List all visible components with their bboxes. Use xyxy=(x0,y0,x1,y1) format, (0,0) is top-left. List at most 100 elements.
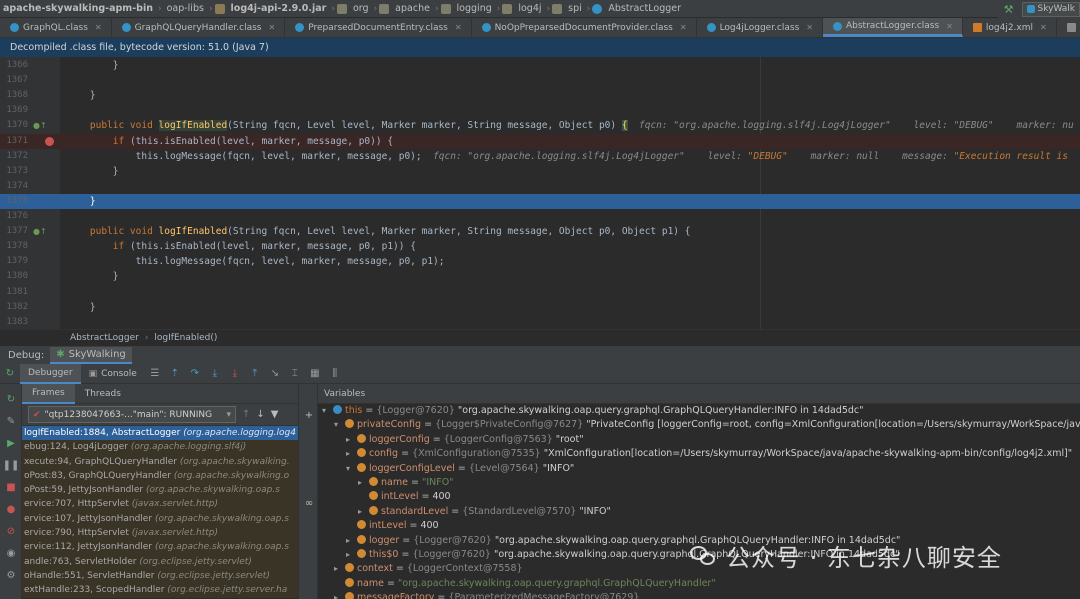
code-line[interactable]: 1370 ●↑ public void logIfEnabled(String f… xyxy=(0,118,1080,133)
glasses-icon[interactable]: ∞ xyxy=(302,496,316,510)
close-icon[interactable]: ✕ xyxy=(269,23,276,32)
editor-tab[interactable]: PreparsedDocumentEntry.class ✕ xyxy=(285,18,472,37)
pause-icon[interactable]: ❚❚ xyxy=(3,458,20,472)
nav-crumb[interactable]: oap-libs xyxy=(164,3,207,14)
variable-row[interactable]: intLevel = 400 xyxy=(318,519,1080,533)
stack-frame[interactable]: ervice:107, JettyJsonHandler (org.apache… xyxy=(22,511,298,527)
breadcrumb-class[interactable]: AbstractLogger xyxy=(70,333,139,343)
line-number[interactable]: 1368 xyxy=(0,88,28,103)
chevron-right-icon[interactable]: ▸ xyxy=(346,433,356,447)
evaluate-expression-icon[interactable]: ▦ xyxy=(308,367,322,381)
nav-crumb[interactable]: log4j-api-2.9.0.jar xyxy=(228,3,330,14)
code-line[interactable]: 1382 } xyxy=(0,300,1080,315)
line-number[interactable]: 1366 xyxy=(0,58,28,73)
variable-row[interactable]: name = "org.apache.skywalking.oap.query.… xyxy=(318,577,1080,591)
override-marker-icon[interactable]: ●↑ xyxy=(33,227,47,236)
editor-tab[interactable]: log4j2.xml ✕ xyxy=(963,18,1057,37)
line-number[interactable]: 1380 xyxy=(0,269,28,284)
rerun-icon[interactable]: ↻ xyxy=(3,367,17,381)
code-line[interactable]: 1371 if (this.isEnabled(level, marker, m… xyxy=(0,133,1080,149)
close-icon[interactable]: ✕ xyxy=(95,23,102,32)
close-icon[interactable]: ✕ xyxy=(455,23,462,32)
variable-row[interactable]: ▸ messageFactory = {ParameterizedMessageF… xyxy=(318,591,1080,599)
editor-tab[interactable]: Log4jLogger.class ✕ xyxy=(697,18,823,37)
tab-console[interactable]: ▣ Console xyxy=(81,364,145,384)
menu-icon[interactable]: ☰ xyxy=(148,367,162,381)
rerun-side-icon[interactable]: ↻ xyxy=(4,392,18,406)
stack-frame[interactable]: andle:763, ServletHolder (org.eclipse.je… xyxy=(22,554,298,569)
tab-frames[interactable]: Frames xyxy=(22,383,75,404)
breakpoint-icon[interactable] xyxy=(45,136,54,146)
code-line[interactable]: 1368 } xyxy=(0,88,1080,103)
tab-threads[interactable]: Threads xyxy=(75,384,131,404)
line-number[interactable]: 1369 xyxy=(0,103,28,118)
variable-row[interactable]: ▸ config = {XmlConfiguration@7535} "XmlCo… xyxy=(318,447,1080,461)
step-into-icon[interactable]: ⤓ xyxy=(208,367,222,381)
line-number[interactable]: 1373 xyxy=(0,164,28,179)
editor-tab[interactable]: skywalking-oap-server.log✕ xyxy=(1057,18,1080,37)
editor-tab[interactable]: GraphQLQueryHandler.class ✕ xyxy=(112,18,286,37)
editor-tab[interactable]: AbstractLogger.class ✕ xyxy=(822,18,963,37)
line-number[interactable]: 1383 xyxy=(0,315,28,329)
code-line[interactable]: 1373 } xyxy=(0,164,1080,179)
stack-frame[interactable]: ebug:124, Log4jLogger (org.apache.loggin… xyxy=(22,440,298,455)
chevron-down-icon[interactable]: ▾ xyxy=(346,462,356,476)
nav-crumb[interactable]: apache xyxy=(392,3,433,14)
line-number[interactable]: 1378 xyxy=(0,239,28,254)
frames-list[interactable]: logIfEnabled:1884, AbstractLogger (org.a… xyxy=(22,426,298,599)
variable-row[interactable]: ▸ loggerConfig = {LoggerConfig@7563} "roo… xyxy=(318,433,1080,447)
variable-row[interactable]: ▸ standardLevel = {StandardLevel@7570} "I… xyxy=(318,505,1080,519)
view-breakpoints-icon[interactable]: ● xyxy=(4,502,18,516)
chevron-right-icon[interactable]: ▸ xyxy=(334,591,344,599)
stack-frame[interactable]: oPost:83, GraphQLQueryHandler (org.apach… xyxy=(22,468,298,484)
stack-frame[interactable]: ervice:790, HttpServlet (javax.servlet.h… xyxy=(22,526,298,541)
resume-icon[interactable]: ▶ xyxy=(4,436,18,450)
arrow-up-icon[interactable]: ↑ xyxy=(242,409,250,420)
stop-icon[interactable]: ■ xyxy=(4,480,18,494)
line-number[interactable]: 1375 xyxy=(0,194,28,209)
chevron-right-icon[interactable]: ▸ xyxy=(358,476,368,490)
variable-row[interactable]: intLevel = 400 xyxy=(318,490,1080,504)
variable-row[interactable]: ▾ loggerConfigLevel = {Level@7564} "INFO" xyxy=(318,462,1080,476)
line-number[interactable]: 1381 xyxy=(0,285,28,300)
chevron-down-icon[interactable]: ▾ xyxy=(322,404,332,418)
mute-breakpoints-icon[interactable]: ⊘ xyxy=(4,524,18,538)
step-over-icon[interactable]: ↷ xyxy=(188,367,202,381)
line-number[interactable]: 1382 xyxy=(0,300,28,315)
filter-icon[interactable]: ▼ xyxy=(271,409,279,420)
editor-tab[interactable]: GraphQL.class ✕ xyxy=(0,18,112,37)
variable-row[interactable]: ▾ privateConfig = {Logger$PrivateConfig@7… xyxy=(318,418,1080,432)
chevron-right-icon[interactable]: ▸ xyxy=(358,505,368,519)
trace-icon[interactable]: ⫼ xyxy=(328,367,342,381)
variable-row[interactable]: ▸ name = "INFO" xyxy=(318,476,1080,490)
line-number[interactable]: 1374 xyxy=(0,179,28,194)
stack-frame[interactable]: xecute:94, GraphQLQueryHandler (org.apac… xyxy=(22,454,298,469)
code-line[interactable]: 1375 } xyxy=(0,193,1080,209)
override-marker-icon[interactable]: ●↑ xyxy=(33,121,47,130)
stack-frame[interactable]: extHandle:233, ScopedHandler (org.eclips… xyxy=(22,583,298,598)
step-out-icon[interactable]: ⤒ xyxy=(248,367,262,381)
code-line[interactable]: 1372 this.logMessage(fqcn, level, marker… xyxy=(0,149,1080,164)
code-editor[interactable]: 1366 } 1367 1368 } 1369 1370 ●↑ public void l… xyxy=(0,57,1080,329)
stack-frame[interactable]: ervice:112, JettyJsonHandler (org.apache… xyxy=(22,540,298,555)
code-line[interactable]: 1376 xyxy=(0,209,1080,224)
code-line[interactable]: 1378 if (this.isEnabled(level, marker, m… xyxy=(0,239,1080,254)
drop-frame-icon[interactable]: ↘ xyxy=(268,367,282,381)
line-number[interactable]: 1379 xyxy=(0,254,28,269)
nav-crumb[interactable]: apache-skywalking-apm-bin xyxy=(0,3,156,14)
code-line[interactable]: 1380 } xyxy=(0,269,1080,284)
code-line[interactable]: 1381 xyxy=(0,285,1080,300)
line-number[interactable]: 1377 xyxy=(0,224,28,239)
line-number[interactable]: 1372 xyxy=(0,149,28,164)
nav-crumb[interactable]: org xyxy=(350,3,372,14)
close-icon[interactable]: ✕ xyxy=(806,23,813,32)
stack-frame[interactable]: logIfEnabled:1884, AbstractLogger (org.a… xyxy=(22,426,298,441)
thread-selector[interactable]: ✔ "qtp1238047663-..."main": RUNNING ▾ xyxy=(28,406,236,423)
chevron-right-icon[interactable]: ▸ xyxy=(346,447,356,461)
line-number[interactable]: 1367 xyxy=(0,73,28,88)
line-number[interactable]: 1370 xyxy=(0,118,28,133)
run-to-cursor-icon[interactable]: ⌶ xyxy=(288,367,302,381)
line-number[interactable]: 1376 xyxy=(0,209,28,224)
code-line[interactable]: 1366 } xyxy=(0,58,1080,73)
code-line[interactable]: 1374 xyxy=(0,179,1080,194)
